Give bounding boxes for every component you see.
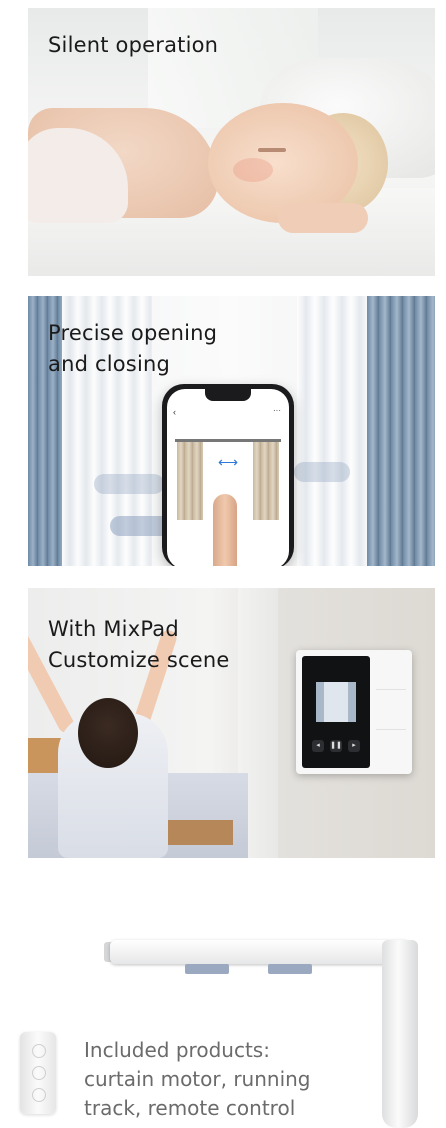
feature-caption: Precise opening and closing [48, 318, 217, 380]
baby-cheek [233, 158, 273, 182]
caption-line: With MixPad [48, 617, 179, 641]
baby-hand [278, 203, 368, 233]
open-icon: ◂ [312, 740, 324, 752]
app-drape-left [177, 442, 203, 520]
mixpad-curtain-right [348, 682, 356, 722]
included-products-text: Included products: curtain motor, runnin… [84, 1036, 384, 1123]
sheer-right [297, 296, 367, 566]
more-dots-icon: ··· [273, 406, 281, 415]
caption-line: Precise opening [48, 321, 218, 345]
caption-line: Silent operation [48, 33, 219, 57]
track-carrier-left [185, 964, 229, 974]
feature-caption: With MixPad Customize scene [48, 614, 230, 676]
close-icon: ▸ [348, 740, 360, 752]
back-chevron-icon: ‹ [173, 407, 176, 417]
woman-head [78, 698, 138, 768]
running-track [110, 940, 410, 964]
phone-screen: ‹ ··· ⟷ [167, 389, 289, 566]
feature-image-silent: Silent operation [28, 8, 435, 276]
caption-line: track, remote control [84, 1096, 296, 1120]
blurred-label-left [94, 474, 164, 494]
caption-line: and closing [48, 352, 171, 376]
remote-button [32, 1088, 46, 1102]
remote-button [32, 1044, 46, 1058]
app-drape-right [253, 442, 279, 520]
double-arrow-icon: ⟷ [217, 454, 239, 470]
remote-button [32, 1066, 46, 1080]
mixpad-key [376, 694, 406, 730]
mixpad-curtain-left [316, 682, 324, 722]
curtain-motor [382, 940, 418, 1128]
finger [213, 494, 237, 566]
mixpad-key [376, 654, 406, 690]
blurred-label-right [294, 462, 350, 482]
track-carrier-right [268, 964, 312, 974]
caption-line: Customize scene [48, 648, 230, 672]
phone-notch [205, 389, 251, 401]
mixpad-panel: ◂ ❚❚ ▸ [296, 650, 412, 774]
mixpad-screen: ◂ ❚❚ ▸ [302, 656, 370, 768]
feature-caption: Silent operation [48, 30, 218, 61]
nightstand [163, 820, 233, 845]
phone: ‹ ··· ⟷ [162, 384, 294, 566]
caption-line: Included products: [84, 1038, 270, 1062]
baby-closed-eye [258, 148, 286, 152]
pause-icon: ❚❚ [330, 740, 342, 752]
caption-line: curtain motor, running [84, 1067, 311, 1091]
feature-image-mixpad: ◂ ❚❚ ▸ With MixPad Customize scene [28, 588, 435, 858]
remote-control [20, 1032, 56, 1114]
feature-image-precise: ‹ ··· ⟷ Precise opening and closing [28, 296, 435, 566]
curtain-right [367, 296, 435, 566]
mixpad-key [376, 734, 406, 769]
